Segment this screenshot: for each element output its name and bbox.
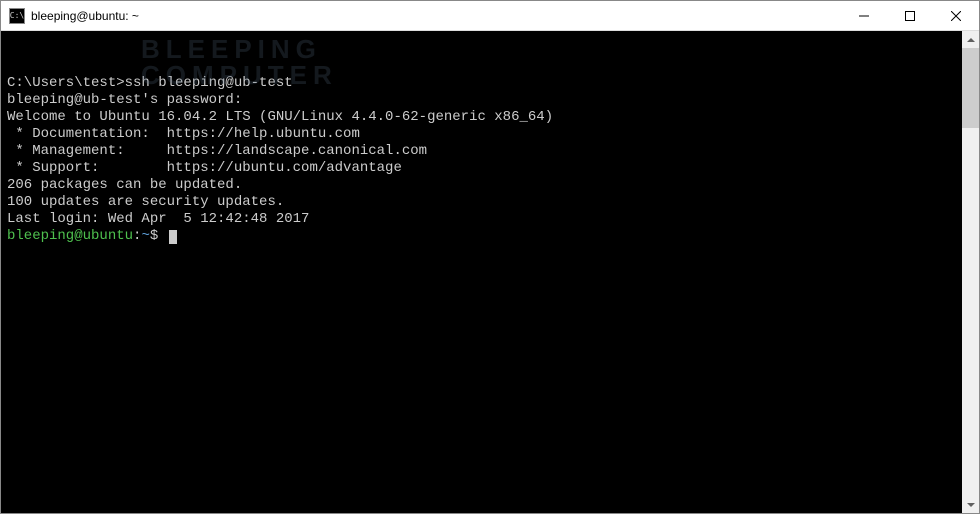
- terminal-line: bleeping@ub-test's password:: [7, 92, 956, 109]
- scroll-down-arrow[interactable]: [962, 496, 979, 513]
- terminal-line: * Support: https://ubuntu.com/advantage: [7, 160, 956, 177]
- titlebar[interactable]: C:\ bleeping@ubuntu: ~: [1, 1, 979, 31]
- scroll-up-arrow[interactable]: [962, 31, 979, 48]
- minimize-button[interactable]: [841, 1, 887, 30]
- scroll-track[interactable]: [962, 48, 979, 496]
- watermark-line1: BLEEPING: [141, 34, 322, 64]
- terminal-line: C:\Users\test>ssh bleeping@ub-test: [7, 75, 956, 92]
- prompt-user-host: bleeping@ubuntu: [7, 228, 133, 244]
- prompt-dollar: $: [150, 228, 158, 244]
- vertical-scrollbar[interactable]: [962, 31, 979, 513]
- terminal-line: * Management: https://landscape.canonica…: [7, 143, 956, 160]
- window-title: bleeping@ubuntu: ~: [31, 9, 841, 23]
- terminal-line: Last login: Wed Apr 5 12:42:48 2017: [7, 211, 956, 228]
- prompt-line: bleeping@ubuntu:~$: [7, 228, 956, 245]
- terminal-line: 206 packages can be updated.: [7, 177, 956, 194]
- maximize-button[interactable]: [887, 1, 933, 30]
- terminal-line: Welcome to Ubuntu 16.04.2 LTS (GNU/Linux…: [7, 109, 956, 126]
- terminal-area: BLEEPING COMPUTERC:\Users\test>ssh bleep…: [1, 31, 979, 513]
- cmd-icon: C:\: [9, 8, 25, 24]
- close-button[interactable]: [933, 1, 979, 30]
- terminal-window: C:\ bleeping@ubuntu: ~ BLEEPING COMPUTER…: [0, 0, 980, 514]
- cursor: [169, 230, 177, 244]
- terminal-content[interactable]: BLEEPING COMPUTERC:\Users\test>ssh bleep…: [1, 31, 962, 513]
- terminal-line: * Documentation: https://help.ubuntu.com: [7, 126, 956, 143]
- window-controls: [841, 1, 979, 30]
- terminal-line: 100 updates are security updates.: [7, 194, 956, 211]
- scroll-thumb[interactable]: [962, 48, 979, 128]
- prompt-path: ~: [141, 228, 149, 244]
